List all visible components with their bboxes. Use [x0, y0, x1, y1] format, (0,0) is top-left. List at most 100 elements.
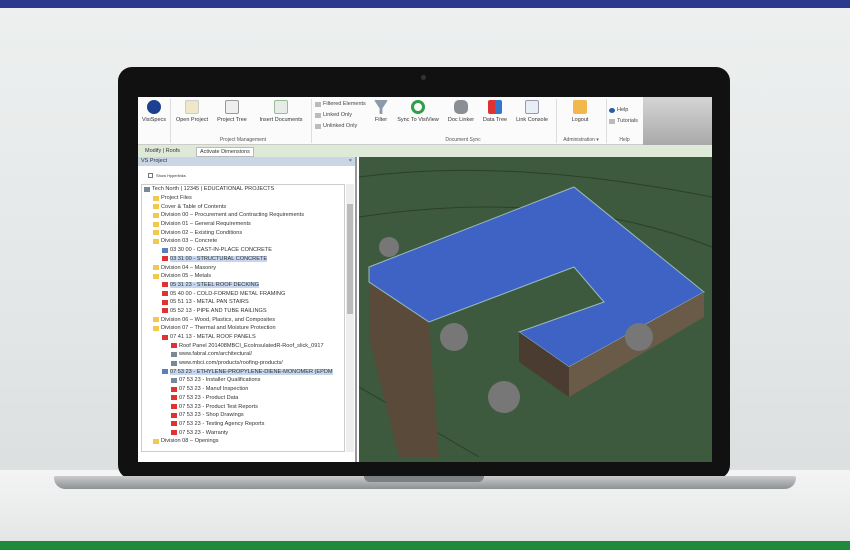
filtered-elements-toggle[interactable]: Filtered Elements: [315, 101, 366, 107]
tree-item[interactable]: Cover & Table of Contents: [142, 202, 344, 211]
tree-item[interactable]: Project Files: [142, 194, 344, 203]
divider: [311, 99, 312, 143]
folder-icon: [153, 438, 159, 444]
tree-item[interactable]: 05 31 23 - STEEL ROOF DECKING: [142, 281, 344, 290]
tree-item-label: Division 00 – Procurement and Contractin…: [161, 212, 305, 219]
3d-model-viewport[interactable]: [358, 157, 712, 462]
project-tree-button[interactable]: Project Tree: [214, 100, 250, 123]
tree-item-label: www.fabral.com/architectural/: [179, 351, 253, 358]
tree-item-label: 07 53 23 - Testing Agency Reports: [179, 420, 265, 427]
tree-item-label: www.mbci.com/products/roofing-products/: [179, 360, 283, 367]
sync-button[interactable]: Sync To VisiView: [394, 100, 442, 123]
tree-item[interactable]: Division 08 – Openings: [142, 437, 344, 446]
tree-item-label: Division 02 – Existing Conditions: [161, 229, 243, 236]
tree-item-label: 07 53 23 - Manuf Inspection: [179, 386, 249, 393]
tree-item[interactable]: www.mbci.com/products/roofing-products/: [142, 359, 344, 368]
data-tree-button[interactable]: Data Tree: [480, 100, 510, 123]
link-console-button[interactable]: Link Console: [512, 100, 552, 123]
building-model: [358, 169, 712, 458]
tree-item[interactable]: 07 53 23 - ETHYLENE-PROPYLENE-DIENE-MONO…: [142, 367, 344, 376]
document-icon: [162, 369, 168, 375]
tree-item[interactable]: Division 02 – Existing Conditions: [142, 228, 344, 237]
tree-item[interactable]: www.fabral.com/architectural/: [142, 350, 344, 359]
tree-item[interactable]: Division 00 – Procurement and Contractin…: [142, 211, 344, 220]
link-icon: [171, 377, 177, 383]
data-tree-icon: [488, 100, 502, 114]
unlinked-only-toggle[interactable]: Unlinked Only: [315, 123, 357, 129]
tree-item[interactable]: Division 06 – Wood, Plastics, and Compos…: [142, 315, 344, 324]
folder-icon: [153, 212, 159, 218]
label: Filter: [374, 117, 388, 123]
tree-item[interactable]: 07 53 23 - Product Data: [142, 394, 344, 403]
vs-project-panel: VS Project × Show Hyperlinks Tech North |…: [138, 157, 357, 462]
group-label-administration[interactable]: Administration ▾: [556, 137, 606, 143]
visispecs-button[interactable]: VisiSpecs: [141, 100, 167, 123]
checkbox-box[interactable]: [148, 172, 153, 178]
label: Tutorials: [617, 118, 638, 124]
top-brand-bar: [0, 0, 850, 8]
filter-button[interactable]: Filter: [371, 100, 391, 123]
tree-item[interactable]: 07 53 23 - Product Test Reports: [142, 402, 344, 411]
tree-item[interactable]: 07 41 13 - METAL ROOF PANELS: [142, 333, 344, 342]
pdf-icon: [171, 430, 177, 436]
help-button[interactable]: Help: [609, 107, 628, 113]
close-icon[interactable]: ×: [349, 158, 352, 165]
pdf-icon: [171, 421, 177, 427]
tree-item[interactable]: 07 53 23 - Manuf Inspection: [142, 385, 344, 394]
pdf-icon: [162, 299, 168, 305]
tree-item[interactable]: Tech North | 12345 | EDUCATIONAL PROJECT…: [142, 185, 344, 194]
tree-item[interactable]: Division 05 – Metals: [142, 272, 344, 281]
label: Project Tree: [217, 117, 247, 123]
tab-modify-roofs[interactable]: Modify | Roofs: [142, 147, 183, 155]
tree-item[interactable]: 07 53 23 - Testing Agency Reports: [142, 420, 344, 429]
tree-item[interactable]: 03 30 00 - CAST-IN-PLACE CONCRETE: [142, 246, 344, 255]
label: Unlinked Only: [323, 123, 358, 129]
tutorials-button[interactable]: Tutorials: [609, 118, 638, 124]
tree-item-label: Division 05 – Metals: [161, 273, 212, 280]
tree-item[interactable]: Division 03 – Concrete: [142, 237, 344, 246]
pdf-icon: [162, 256, 168, 262]
open-project-button[interactable]: Open Project: [172, 100, 212, 123]
group-label-project-management: Project Management: [219, 137, 267, 143]
tree-item[interactable]: 03 31 00 - STRUCTURAL CONCRETE: [142, 255, 344, 264]
tree-icon: [225, 100, 239, 114]
tree-item-label: 07 53 23 - Warranty: [179, 429, 229, 436]
pdf-icon: [162, 282, 168, 288]
pdf-icon: [162, 291, 168, 297]
tree-item[interactable]: Division 01 – General Requirements: [142, 220, 344, 229]
pdf-icon: [171, 404, 177, 410]
link-icon: [144, 186, 150, 192]
tree-item[interactable]: Roof Panel 201408MBCI_EcoInsulatedR-Roof…: [142, 341, 344, 350]
laptop-notch: [364, 476, 484, 482]
logout-button[interactable]: Logout: [560, 100, 600, 123]
tree-item[interactable]: 05 51 13 - METAL PAN STAIRS: [142, 298, 344, 307]
tree-item[interactable]: Division 07 – Thermal and Moisture Prote…: [142, 324, 344, 333]
doc-linker-button[interactable]: Doc Linker: [444, 100, 478, 123]
tree-item[interactable]: Division 04 – Masonry: [142, 263, 344, 272]
tree-scrollbar[interactable]: [346, 184, 354, 452]
tree-item[interactable]: 07 53 23 - Installer Qualifications: [142, 376, 344, 385]
show-hyperlinks-checkbox[interactable]: Show Hyperlinks: [148, 170, 345, 180]
tree-item-label: 07 53 23 - Product Data: [179, 394, 239, 401]
link-icon: [171, 351, 177, 357]
tree-item-label: Division 08 – Openings: [161, 438, 219, 445]
panel-header: VS Project ×: [138, 157, 355, 166]
tree-item-label: Roof Panel 201408MBCI_EcoInsulatedR-Roof…: [179, 342, 324, 349]
tab-activate-dimensions[interactable]: Activate Dimensions: [196, 147, 254, 157]
tree-item[interactable]: 05 40 00 - COLD-FORMED METAL FRAMING: [142, 289, 344, 298]
tree-item-label: Division 01 – General Requirements: [161, 221, 251, 228]
pdf-icon: [171, 412, 177, 418]
folder-icon: [153, 265, 159, 271]
folder-icon: [153, 325, 159, 331]
tree-item-label: Cover & Table of Contents: [161, 203, 227, 210]
tree-item-label: 07 41 13 - METAL ROOF PANELS: [170, 334, 256, 341]
tree-item[interactable]: 07 53 23 - Shop Drawings: [142, 411, 344, 420]
tree-item[interactable]: 05 52 13 - PIPE AND TUBE RAILINGS: [142, 307, 344, 316]
tree-item[interactable]: 07 53 23 - Warranty: [142, 428, 344, 437]
insert-documents-button[interactable]: Insert Documents: [256, 100, 306, 123]
linked-only-toggle[interactable]: Linked Only: [315, 112, 352, 118]
label: Help: [617, 107, 629, 113]
scrollbar-thumb[interactable]: [347, 204, 353, 314]
tree: [625, 323, 653, 351]
tree-item-label: Division 07 – Thermal and Moisture Prote…: [161, 325, 276, 332]
